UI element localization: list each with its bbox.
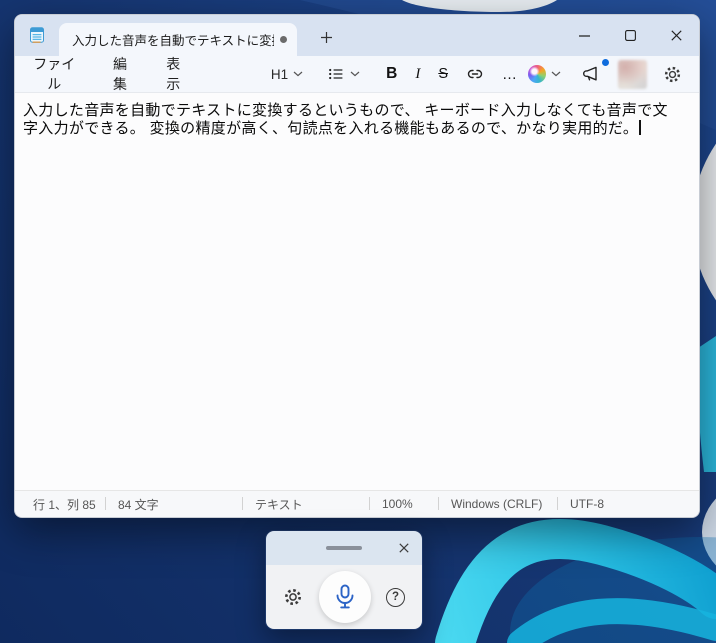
- heading-style-button[interactable]: H1: [266, 63, 308, 86]
- heading-style-label: H1: [270, 66, 289, 82]
- copilot-icon: [528, 65, 546, 83]
- more-label: …: [502, 65, 518, 83]
- status-bar: 行 1、列 85 84 文字 テキスト 100% Windows (CRLF) …: [15, 490, 699, 517]
- menu-file[interactable]: ファイル: [29, 52, 79, 96]
- text-line-2: 字入力ができる。 変換の精度が高く、句読点を入れる機能もあるので、かなり実用的だ…: [23, 120, 639, 137]
- status-character-count: 84 文字: [105, 491, 242, 517]
- voice-help-button[interactable]: ?: [384, 586, 407, 609]
- status-cursor-position: 行 1、列 85: [33, 497, 96, 512]
- close-icon: [670, 30, 682, 41]
- text-editor[interactable]: 入力した音声を自動でテキストに変換するというもので、 キーボード入力しなくても音…: [15, 93, 699, 490]
- new-tab-button[interactable]: [311, 24, 341, 50]
- close-icon: [399, 543, 409, 553]
- italic-button[interactable]: I: [410, 62, 425, 87]
- menu-toolbar: ファイル 編集 表示 H1 B I S …: [15, 56, 699, 93]
- voice-panel-close-button[interactable]: [393, 537, 415, 559]
- voice-panel-body: ?: [266, 565, 422, 629]
- text-line: 字入力ができる。 変換の精度が高く、句読点を入れる機能もあるので、かなり実用的だ…: [23, 120, 691, 138]
- voice-typing-panel: ?: [265, 530, 423, 630]
- chevron-down-icon: [350, 71, 360, 77]
- chevron-down-icon: [293, 71, 303, 77]
- close-window-button[interactable]: [653, 15, 699, 56]
- maximize-button[interactable]: [607, 15, 653, 56]
- window-controls: [561, 15, 699, 56]
- microphone-icon: [336, 584, 353, 609]
- unsaved-indicator-dot: [280, 36, 287, 43]
- voice-settings-button[interactable]: [281, 585, 305, 609]
- copilot-button[interactable]: [523, 61, 566, 87]
- status-zoom-level[interactable]: 100%: [369, 491, 438, 517]
- gear-icon: [664, 66, 681, 82]
- whats-new-button[interactable]: [577, 59, 609, 88]
- voice-panel-titlebar: [266, 531, 422, 565]
- settings-button[interactable]: [658, 61, 687, 88]
- status-encoding: UTF-8: [557, 491, 699, 517]
- bullet-list-icon: [329, 68, 343, 80]
- help-icon: ?: [386, 587, 405, 607]
- notepad-app-icon: [30, 27, 44, 43]
- drag-handle[interactable]: [326, 546, 362, 550]
- microphone-button[interactable]: [318, 571, 371, 623]
- minimize-button[interactable]: [561, 15, 607, 56]
- notepad-window: 入力した音声を自動でテキストに変換する ファイル 編集 表示: [14, 14, 700, 518]
- document-tab[interactable]: 入力した音声を自動でテキストに変換する: [59, 23, 297, 56]
- status-line-ending: Windows (CRLF): [438, 491, 557, 517]
- insert-link-button[interactable]: [461, 61, 489, 87]
- menu-view[interactable]: 表示: [161, 52, 186, 96]
- text-line: 入力した音声を自動でテキストに変換するというもので、 キーボード入力しなくても音…: [23, 102, 691, 120]
- text-caret: [639, 120, 641, 135]
- tab-title: 入力した音声を自動でテキストに変換する: [72, 34, 274, 48]
- title-bar: 入力した音声を自動でテキストに変換する: [15, 15, 699, 56]
- bold-label: B: [386, 65, 398, 82]
- link-icon: [467, 69, 483, 79]
- minimize-icon: [578, 34, 590, 37]
- more-formatting-button[interactable]: …: [497, 62, 523, 87]
- maximize-icon: [624, 30, 636, 41]
- gear-icon: [285, 589, 301, 605]
- text-line-1: 入力した音声を自動でテキストに変換するというもので、 キーボード入力しなくても音…: [23, 102, 668, 119]
- toolbar-right-group: [523, 59, 687, 89]
- strikethrough-label: S: [438, 66, 448, 82]
- formatting-group: H1 B I S …: [266, 61, 523, 87]
- megaphone-icon: [583, 66, 597, 81]
- bold-button[interactable]: B: [381, 61, 402, 87]
- plus-icon: [320, 31, 332, 43]
- italic-label: I: [415, 65, 421, 82]
- menu-edit[interactable]: 編集: [107, 52, 132, 96]
- notification-dot: [602, 59, 609, 66]
- strikethrough-button[interactable]: S: [433, 62, 453, 86]
- status-document-type: テキスト: [242, 491, 369, 517]
- chevron-down-icon: [551, 71, 561, 77]
- account-avatar[interactable]: [618, 59, 647, 89]
- list-style-button[interactable]: [322, 61, 365, 87]
